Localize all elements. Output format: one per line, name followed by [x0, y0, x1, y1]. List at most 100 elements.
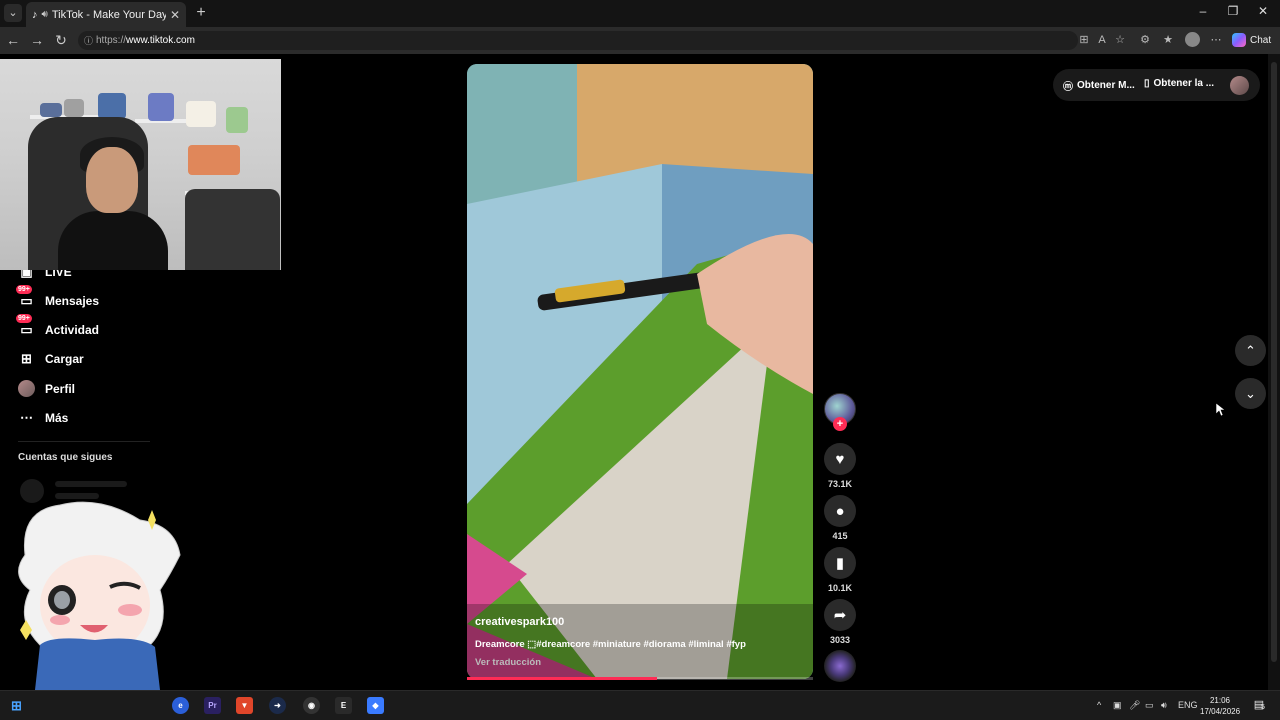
close-tab-icon[interactable]: ✕ [170, 8, 180, 22]
save-button[interactable]: ▮ [824, 547, 856, 579]
get-app-label: Obtener la ... [1153, 78, 1215, 89]
volume-icon[interactable]: 🔊︎ [1161, 700, 1167, 711]
sidebar-divider [18, 441, 150, 442]
language-indicator[interactable]: ENG [1178, 700, 1198, 710]
edge-app-icon[interactable]: e [172, 697, 189, 714]
skeleton-line [55, 481, 127, 487]
tiktok-favicon-icon: ♪ [32, 8, 38, 21]
video-description: Dreamcore ⬚#dreamcore #miniature #dioram… [475, 639, 746, 650]
new-tab-icon[interactable]: + [193, 4, 209, 22]
phone-icon: ▯ [1144, 78, 1150, 89]
notification-center-icon[interactable]: ▤ 5 [1252, 698, 1266, 712]
arrow-app-icon[interactable]: ➜ [269, 697, 286, 714]
webcam-overlay [0, 59, 281, 270]
chat-label: Chat [1250, 34, 1272, 46]
sidebar-item-profile[interactable]: Perfil [18, 380, 75, 397]
like-button[interactable]: ♥ [824, 443, 856, 475]
follow-plus-icon[interactable]: + [833, 417, 847, 431]
tray-app-icon[interactable]: ▣ [1113, 700, 1122, 711]
sidebar-item-label: Cargar [45, 351, 84, 366]
streamer-avatar-overlay [18, 501, 181, 690]
more-options-icon[interactable]: ⋯ [1208, 32, 1224, 48]
profile-avatar [18, 380, 35, 397]
browser-profile-avatar[interactable] [1185, 32, 1200, 47]
next-video-button[interactable]: ⌄ [1235, 378, 1266, 409]
mouse-cursor-icon [1216, 403, 1226, 417]
minimize-icon[interactable]: – [1188, 4, 1218, 18]
more-icon: ⋯ [20, 409, 33, 425]
reload-icon[interactable]: ↻ [51, 31, 71, 49]
sidebar-item-activity[interactable]: ▭ 99+ Actividad [16, 314, 100, 338]
like-count: 73.1K [827, 479, 853, 489]
tray-expand-icon[interactable]: ^ [1097, 700, 1101, 710]
copilot-icon [1232, 33, 1246, 47]
back-icon[interactable]: ← [3, 31, 23, 49]
sidebar-item-label: Actividad [45, 322, 100, 337]
tab-actions-icon[interactable]: ⌄ [4, 4, 22, 22]
comment-count: 415 [832, 531, 848, 541]
obs-app-icon[interactable]: ◉ [303, 697, 320, 714]
upload-icon: ⊞ [21, 350, 32, 366]
tab-title: TikTok - Make Your Day [51, 8, 166, 21]
user-avatar[interactable] [1230, 76, 1249, 95]
sidebar-item-label: Más [45, 410, 69, 425]
sidebar-item-more[interactable]: ⋯ Más [18, 409, 68, 426]
chevron-up-icon: ⌃ [1245, 342, 1256, 358]
heart-icon: ♥ [835, 450, 845, 468]
sidebar-item-label: Perfil [45, 381, 76, 396]
sidebar-item-label: Mensajes [45, 293, 100, 308]
clock-date: 17/04/2026 [1200, 707, 1241, 716]
bookmark-icon: ▮ [835, 555, 845, 572]
video-progress-fill [467, 677, 657, 680]
restore-icon[interactable]: ❐ [1218, 4, 1248, 18]
close-window-icon[interactable]: ✕ [1248, 4, 1278, 18]
activity-icon: ▭ 99+ [16, 314, 33, 337]
video-author[interactable]: creativespark100 [475, 616, 564, 628]
share-icon: ➦ [833, 607, 847, 624]
url-scheme: https:// [96, 35, 127, 46]
sidebar-item-upload[interactable]: ⊞ Cargar [18, 350, 84, 367]
scrollbar-thumb[interactable] [1271, 62, 1277, 662]
coin-icon: ⓜ [1063, 82, 1073, 93]
comment-button[interactable]: ● [824, 495, 856, 527]
mic-icon[interactable]: 🎤︎ [1129, 700, 1140, 711]
extensions-icon[interactable]: ⚙ [1137, 32, 1153, 48]
save-count: 10.1K [827, 583, 853, 593]
epic-games-app-icon[interactable]: E [335, 697, 352, 714]
activity-badge: 99+ [16, 314, 32, 323]
tab-tiktok[interactable]: ♪ 🔊︎ TikTok - Make Your Day ✕ [26, 2, 186, 27]
following-heading: Cuentas que sigues [18, 452, 113, 463]
video-player[interactable] [467, 64, 813, 679]
url-input[interactable]: https://www.tiktok.com [78, 31, 1078, 50]
forward-icon[interactable]: → [27, 31, 47, 49]
clock-time: 21:06 [1209, 696, 1231, 705]
sound-disc-icon[interactable] [824, 650, 856, 682]
windows-start-icon[interactable]: ⊞ [8, 697, 25, 714]
favorite-star-icon[interactable]: ☆ [1112, 32, 1128, 48]
brave-app-icon[interactable]: ▼ [236, 697, 253, 714]
messages-badge: 99+ [16, 285, 32, 294]
favorites-icon[interactable]: ★ [1160, 32, 1176, 48]
network-icon[interactable]: ▭ [1145, 700, 1154, 711]
previous-video-button[interactable]: ⌃ [1235, 335, 1266, 366]
system-clock[interactable]: 21:06 17/04/2026 [1200, 695, 1240, 717]
copilot-chat-button[interactable]: Chat [1232, 32, 1271, 48]
windows-taskbar [0, 690, 1280, 720]
roblox-app-icon[interactable]: ◆ [367, 697, 384, 714]
premiere-app-icon[interactable]: Pr [204, 697, 221, 714]
site-info-icon[interactable]: ⓘ [84, 34, 93, 47]
translate-link[interactable]: Ver traducción [475, 657, 541, 668]
translate-icon[interactable]: A [1094, 32, 1110, 48]
speaker-icon[interactable]: 🔊︎ [42, 9, 48, 20]
app-available-icon[interactable]: ⊞ [1076, 32, 1092, 48]
share-button[interactable]: ➦ [824, 599, 856, 631]
messages-icon: ▭ 99+ [16, 285, 33, 308]
get-coins-button[interactable]: ⓜ Obtener M... [1063, 78, 1135, 93]
get-coins-label: Obtener M... [1077, 80, 1135, 91]
url-host: www.tiktok.com [126, 35, 195, 46]
comment-icon: ● [835, 502, 845, 520]
chevron-down-icon: ⌄ [1245, 385, 1256, 401]
get-app-button[interactable]: ▯ Obtener la ... [1144, 78, 1214, 89]
tab-bar [0, 0, 1280, 27]
sidebar-item-messages[interactable]: ▭ 99+ Mensajes [16, 285, 100, 309]
